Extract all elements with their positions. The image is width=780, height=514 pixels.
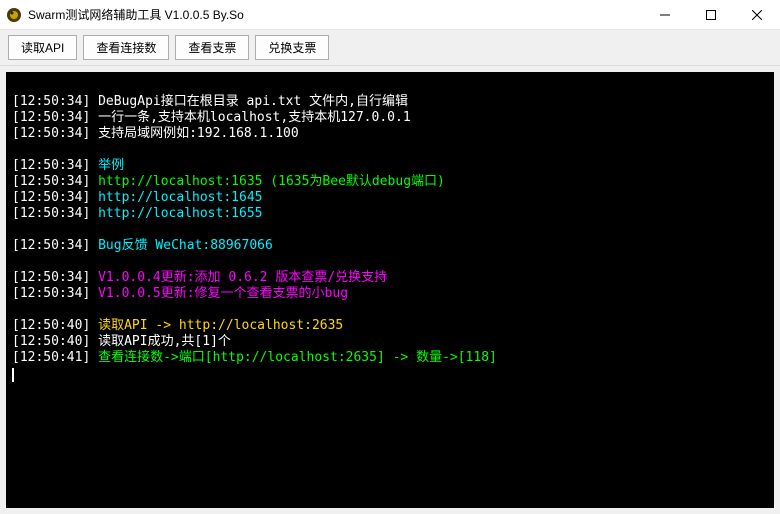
log-text: http://localhost:1635 (1635为Bee默认debug端口… (90, 174, 445, 189)
close-button[interactable] (734, 0, 780, 30)
log-timestamp: [12:50:40] (12, 318, 90, 333)
log-line: [12:50:34] 举例 (12, 158, 768, 174)
titlebar: Swarm测试网络辅助工具 V1.0.0.5 By.So (0, 0, 780, 30)
text-cursor (12, 368, 14, 382)
log-text: DeBugApi接口在根目录 api.txt 文件内,自行编辑 (90, 94, 408, 109)
log-line: [12:50:34] http://localhost:1635 (1635为B… (12, 174, 768, 190)
log-line: [12:50:34] 支持局域网例如:192.168.1.100 (12, 126, 768, 142)
log-timestamp: [12:50:34] (12, 126, 90, 141)
connection-count-button[interactable]: 查看连接数 (83, 35, 169, 60)
log-line: [12:50:34] http://localhost:1655 (12, 206, 768, 222)
log-text: 一行一条,支持本机localhost,支持本机127.0.0.1 (90, 110, 410, 125)
console-output: [12:50:34] DeBugApi接口在根目录 api.txt 文件内,自行… (6, 72, 774, 508)
log-text: V1.0.0.4更新:添加 0.6.2 版本查票/兑换支持 (90, 270, 387, 285)
minimize-button[interactable] (642, 0, 688, 30)
log-line: [12:50:34] V1.0.0.5更新:修复一个查看支票的小bug (12, 286, 768, 302)
log-text: V1.0.0.5更新:修复一个查看支票的小bug (90, 286, 348, 301)
app-icon (6, 7, 22, 23)
log-timestamp: [12:50:34] (12, 270, 90, 285)
log-line: [12:50:40] 读取API成功,共[1]个 (12, 334, 768, 350)
toolbar: 读取API 查看连接数 查看支票 兑换支票 (0, 30, 780, 66)
log-timestamp: [12:50:41] (12, 350, 90, 365)
log-line: [12:50:40] 读取API -> http://localhost:263… (12, 318, 768, 334)
log-timestamp: [12:50:34] (12, 110, 90, 125)
log-text: 读取API -> http://localhost:2635 (90, 318, 343, 333)
log-text: 查看连接数->端口[http://localhost:2635] -> 数量->… (90, 350, 497, 365)
log-timestamp: [12:50:34] (12, 174, 90, 189)
log-timestamp: [12:50:40] (12, 334, 90, 349)
console-wrap: [12:50:34] DeBugApi接口在根目录 api.txt 文件内,自行… (0, 66, 780, 514)
log-timestamp: [12:50:34] (12, 94, 90, 109)
log-line (12, 142, 768, 158)
log-line: [12:50:34] V1.0.0.4更新:添加 0.6.2 版本查票/兑换支持 (12, 270, 768, 286)
view-cheque-button[interactable]: 查看支票 (175, 35, 249, 60)
log-text: http://localhost:1655 (90, 206, 262, 221)
log-timestamp: [12:50:34] (12, 238, 90, 253)
log-timestamp: [12:50:34] (12, 158, 90, 173)
log-text: http://localhost:1645 (90, 190, 262, 205)
window-title: Swarm测试网络辅助工具 V1.0.0.5 By.So (28, 6, 244, 23)
log-text: 读取API成功,共[1]个 (90, 334, 231, 349)
redeem-cheque-button[interactable]: 兑换支票 (255, 35, 329, 60)
log-text: 支持局域网例如:192.168.1.100 (90, 126, 298, 141)
log-line: [12:50:34] http://localhost:1645 (12, 190, 768, 206)
log-line: [12:50:34] 一行一条,支持本机localhost,支持本机127.0.… (12, 110, 768, 126)
read-api-button[interactable]: 读取API (8, 35, 77, 60)
log-text: 举例 (90, 158, 124, 173)
log-line: [12:50:41] 查看连接数->端口[http://localhost:26… (12, 350, 768, 366)
log-line: [12:50:34] Bug反馈 WeChat:88967066 (12, 238, 768, 254)
log-line (12, 302, 768, 318)
log-text: Bug反馈 WeChat:88967066 (90, 238, 273, 253)
log-timestamp: [12:50:34] (12, 206, 90, 221)
log-timestamp: [12:50:34] (12, 190, 90, 205)
log-line: [12:50:34] DeBugApi接口在根目录 api.txt 文件内,自行… (12, 94, 768, 110)
maximize-button[interactable] (688, 0, 734, 30)
log-timestamp: [12:50:34] (12, 286, 90, 301)
log-line (12, 222, 768, 238)
log-line (12, 254, 768, 270)
